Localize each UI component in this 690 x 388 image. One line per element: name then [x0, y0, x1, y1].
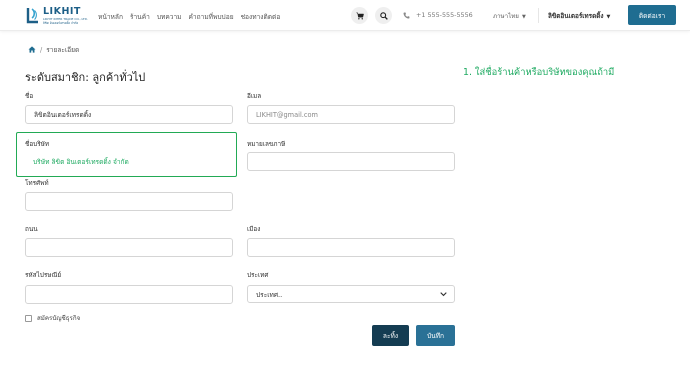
- email-field[interactable]: LIKHIT@gmail.com: [247, 105, 455, 124]
- country-select[interactable]: ประเทศ..: [247, 285, 455, 303]
- account-menu[interactable]: ลิขิตอินเตอร์เทรดดิ้ง ▼: [548, 11, 610, 21]
- zip-label: รหัสไปรษณีย์: [25, 271, 62, 279]
- business-account-label: สมัครบัญชีธุรกิจ: [37, 315, 81, 322]
- name-label: ชื่อ: [25, 92, 34, 100]
- city-field[interactable]: [247, 238, 455, 257]
- street-field[interactable]: [25, 238, 233, 257]
- company-label: ชื่อบริษัท: [25, 140, 50, 148]
- zip-field[interactable]: [25, 285, 233, 304]
- instruction-hint: 1. ใส่ชื่อร้านค้าหรือบริษัทของคุณถ้ามี: [463, 67, 615, 78]
- breadcrumb: / รายละเอียด: [28, 44, 79, 55]
- discard-button[interactable]: ละทิ้ง: [372, 325, 409, 346]
- cart-button[interactable]: [351, 7, 368, 24]
- contact-us-button[interactable]: ติดต่อเรา: [628, 5, 676, 25]
- nav-item-blog[interactable]: บทความ: [157, 11, 182, 22]
- business-account-option[interactable]: สมัครบัญชีธุรกิจ: [25, 313, 80, 323]
- language-selector[interactable]: ภาษาไทย ▼: [493, 11, 526, 21]
- nav-item-contact[interactable]: ช่องทางติดต่อ: [241, 11, 281, 22]
- account-name: ลิขิตอินเตอร์เทรดดิ้ง: [548, 12, 604, 20]
- language-label: ภาษาไทย: [493, 13, 519, 20]
- business-account-checkbox[interactable]: [25, 314, 32, 322]
- chevron-down-icon: ▼: [521, 14, 526, 20]
- phone-number: +1 555-555-5556: [416, 11, 473, 19]
- country-select-value: ประเทศ..: [256, 290, 283, 299]
- page-title: ระดับสมาชิก: ลูกค้าทั่วไป: [25, 71, 146, 84]
- phone-label: โทรศัพท์: [25, 179, 49, 187]
- brand-name: LIKHIT: [43, 6, 81, 17]
- divider: [538, 8, 539, 23]
- breadcrumb-current: รายละเอียด: [46, 46, 80, 54]
- tax-field[interactable]: [247, 152, 455, 171]
- phone-icon: [403, 12, 410, 19]
- breadcrumb-separator: /: [40, 45, 43, 54]
- nav-item-shop[interactable]: ร้านค้า: [130, 11, 150, 22]
- header-phone[interactable]: +1 555-555-5556: [403, 11, 473, 19]
- search-button[interactable]: [375, 7, 392, 24]
- nav-item-home[interactable]: หน้าหลัก: [98, 11, 123, 22]
- country-label: ประเทศ: [247, 271, 269, 279]
- name-field[interactable]: ลิขิตอินเตอร์เทรดดิ้ง: [25, 105, 233, 124]
- street-label: ถนน: [25, 225, 38, 233]
- chevron-down-icon: [440, 292, 447, 297]
- nav-item-faq[interactable]: คำถามที่พบบ่อย: [189, 11, 234, 22]
- email-label: อีเมล: [247, 92, 262, 100]
- tax-label: หมายเลขภาษี: [247, 140, 286, 148]
- top-navbar: LIKHIT LIKHIT INTER TRADE CO., LTD. ลิขิ…: [0, 0, 690, 31]
- save-button[interactable]: บันทึก: [416, 325, 455, 346]
- search-icon: [379, 11, 388, 20]
- chevron-down-icon: ▼: [606, 14, 611, 20]
- cart-icon: [355, 12, 364, 20]
- phone-field[interactable]: [25, 192, 233, 211]
- brand-logo[interactable]: LIKHIT LIKHIT INTER TRADE CO., LTD. ลิขิ…: [26, 6, 88, 26]
- city-label: เมือง: [247, 225, 261, 233]
- brand-sub-tagline: ลิขิต อินเตอร์เทรดดิ้ง จำกัด: [43, 21, 79, 25]
- company-field[interactable]: บริษัท ลิขิต อินเตอร์เทรดดิ้ง จำกัด: [25, 152, 233, 171]
- logo-mark-icon: [26, 7, 40, 25]
- home-icon[interactable]: [28, 46, 36, 53]
- main-nav: หน้าหลัก ร้านค้า บทความ คำถามที่พบบ่อย ช…: [98, 11, 287, 22]
